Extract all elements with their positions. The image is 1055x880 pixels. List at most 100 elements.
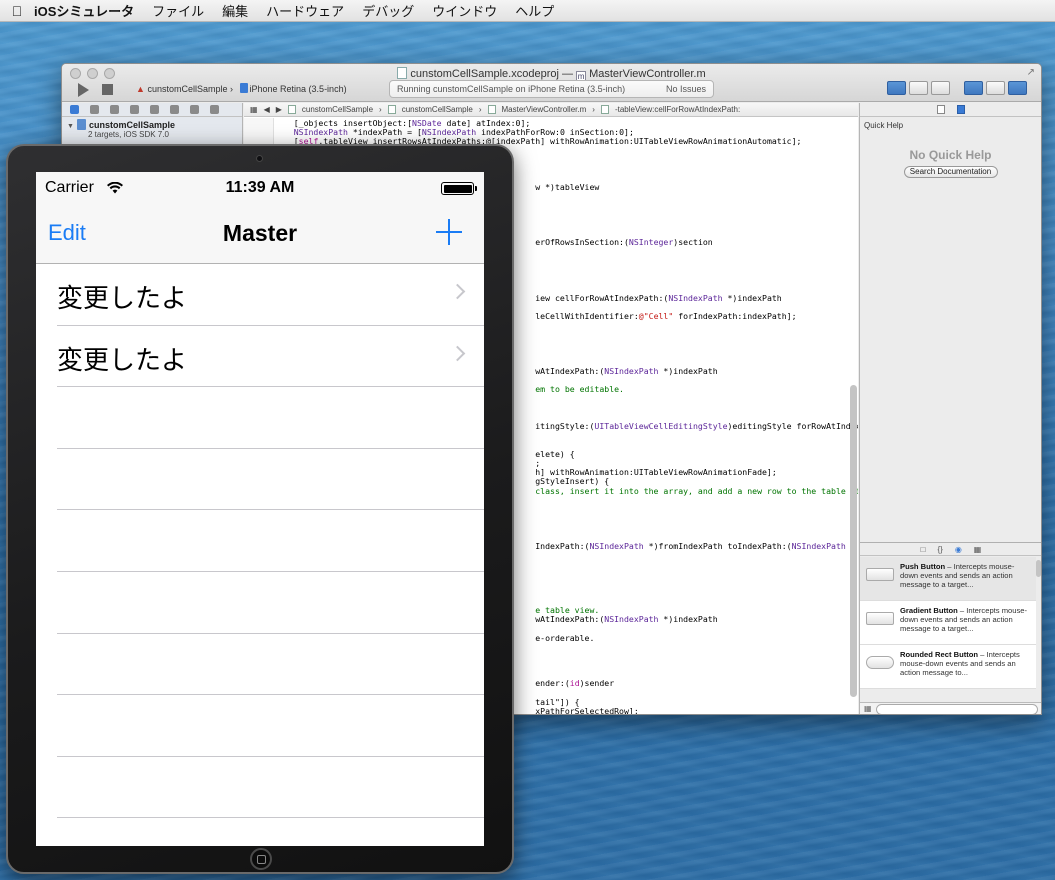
quick-help-icon[interactable] [956,105,965,114]
xcode-toolbar: cunstomCellSample.xcodeproj — m MasterVie… [62,64,1041,102]
project-root-item[interactable]: ▼ cunstomCellSample 2 targets, iOS SDK 7.… [62,117,242,139]
related-items-icon[interactable]: ▦ [250,105,258,114]
search-documentation-button[interactable]: Search Documentation [903,166,998,178]
chevron-right-icon [449,345,466,361]
run-button[interactable] [78,83,89,97]
menu-hardware[interactable]: ハードウェア [257,1,353,20]
folder-icon[interactable] [70,105,79,114]
library-scrollbar[interactable] [1036,560,1041,577]
status-bar: Carrier 11:39 AM [36,172,484,202]
table-row[interactable]: 変更したよ [57,326,484,388]
scheme-name: cunstomCellSample [147,84,228,94]
symbol-icon[interactable] [90,105,99,114]
disclosure-triangle-icon[interactable]: ▼ [67,123,74,130]
cell-label: 変更したよ [57,284,188,314]
empty-table-row [57,757,484,819]
log-icon[interactable] [210,105,219,114]
standard-editor-icon[interactable] [887,81,906,95]
device-icon [239,83,248,93]
project-name: cunstomCellSample [88,120,175,130]
front-camera [256,155,263,162]
media-library-icon[interactable]: ▦ [974,545,982,555]
cell-label: 変更したよ [57,345,188,376]
back-arrow-icon[interactable]: ◀ [264,105,270,114]
table-row[interactable]: 変更したよ [57,264,484,326]
menu-window[interactable]: ウインドウ [423,1,506,20]
scheme-selector[interactable]: ▲ cunstomCellSample › iPhone Retina (3.5… [136,83,347,94]
library-item-name: Push Button [900,562,946,571]
utilities-pane: Quick Help No Quick Help Search Document… [859,103,1041,714]
activity-viewer: Running cunstomCellSample on iPhone Reti… [389,80,714,98]
home-button[interactable] [250,848,272,870]
empty-table-row [57,449,484,511]
library-item[interactable]: Gradient Button – Intercepts mouse-down … [860,601,1036,645]
version-editor-icon[interactable] [931,81,950,95]
navigator-tabs [62,103,242,117]
activity-status: Running cunstomCellSample on iPhone Reti… [397,84,626,94]
menu-bar:  iOSシミュレータ ファイル 編集 ハードウェア デバッグ ウインドウ ヘル… [0,0,1055,22]
menu-debug[interactable]: デバッグ [353,1,423,20]
nav-title: Master [222,220,298,246]
jump-method[interactable]: -tableView:cellForRowAtIndexPath: [615,105,740,114]
object-library-list: Push Button – Intercepts mouse-down even… [860,557,1036,689]
utilities-toggle-icon[interactable] [1008,81,1027,95]
fullscreen-icon[interactable]: ↗ [1027,67,1035,78]
no-quick-help-label: No Quick Help [909,148,992,162]
menu-help[interactable]: ヘルプ [506,1,563,20]
warning-icon[interactable] [130,105,139,114]
m-file-icon [487,105,496,114]
test-icon[interactable] [150,105,159,114]
library-filter-bar: ▦ [860,702,1041,714]
library-tabs: □ {} ◉ ▦ [860,542,1041,556]
add-icon[interactable] [436,219,462,245]
device-name: iPhone Retina (3.5-inch) [249,84,347,94]
object-library-icon[interactable]: ◉ [955,545,962,555]
stop-button[interactable] [102,84,113,95]
forward-arrow-icon[interactable]: ▶ [276,105,282,114]
project-file-icon [287,105,296,114]
menu-app[interactable]: iOSシミュレータ [34,1,143,20]
jump-file[interactable]: MasterViewController.m [502,105,587,114]
library-item[interactable]: Rounded Rect Button – Intercepts mouse-d… [860,645,1036,689]
jump-group[interactable]: cunstomCellSample [402,105,473,114]
clock-label: 11:39 AM [225,179,295,196]
grid-view-icon[interactable]: ▦ [864,704,872,714]
chevron-right-icon: › [592,105,595,114]
gradient-button-thumbnail [866,612,894,625]
title-separator: — [562,68,573,80]
navigator-toggle-icon[interactable] [964,81,983,95]
library-item[interactable]: Push Button – Intercepts mouse-down even… [860,557,1036,601]
apple-icon[interactable]:  [0,3,34,19]
empty-table-row [57,510,484,572]
device-screen: Carrier 11:39 AM Edit Master 変更したよ 変更したよ [36,172,484,846]
target-icon: ▲ [136,84,145,94]
battery-icon [441,182,477,195]
breakpoint-icon[interactable] [190,105,199,114]
empty-table-row [57,387,484,449]
menu-edit[interactable]: 編集 [213,1,257,20]
debug-area-toggle-icon[interactable] [986,81,1005,95]
jump-bar: ▦ ◀ ▶ cunstomCellSample › cunstomCellSam… [244,103,858,117]
chevron-right-icon: › [230,84,233,94]
source-file-name: MasterViewController.m [589,68,706,80]
view-buttons [887,81,1027,95]
navigation-bar: Edit Master [36,202,484,264]
search-icon[interactable] [110,105,119,114]
push-button-thumbnail [866,568,894,581]
code-snippet-icon[interactable]: {} [937,545,942,555]
file-inspector-icon[interactable] [936,105,945,114]
editor-scrollbar[interactable] [850,385,857,697]
inspector-tabs [860,103,1041,117]
file-template-icon[interactable]: □ [921,545,926,555]
menu-file[interactable]: ファイル [143,1,213,20]
assistant-editor-icon[interactable] [909,81,928,95]
debug-icon[interactable] [170,105,179,114]
library-filter-field[interactable] [875,704,1038,714]
library-item-name: Rounded Rect Button [900,650,979,659]
table-view: 変更したよ 変更したよ [36,264,484,819]
issues-status: No Issues [665,84,706,94]
jump-project[interactable]: cunstomCellSample [302,105,373,114]
empty-table-row [57,634,484,696]
folder-icon [387,105,396,114]
edit-button[interactable]: Edit [48,220,86,246]
